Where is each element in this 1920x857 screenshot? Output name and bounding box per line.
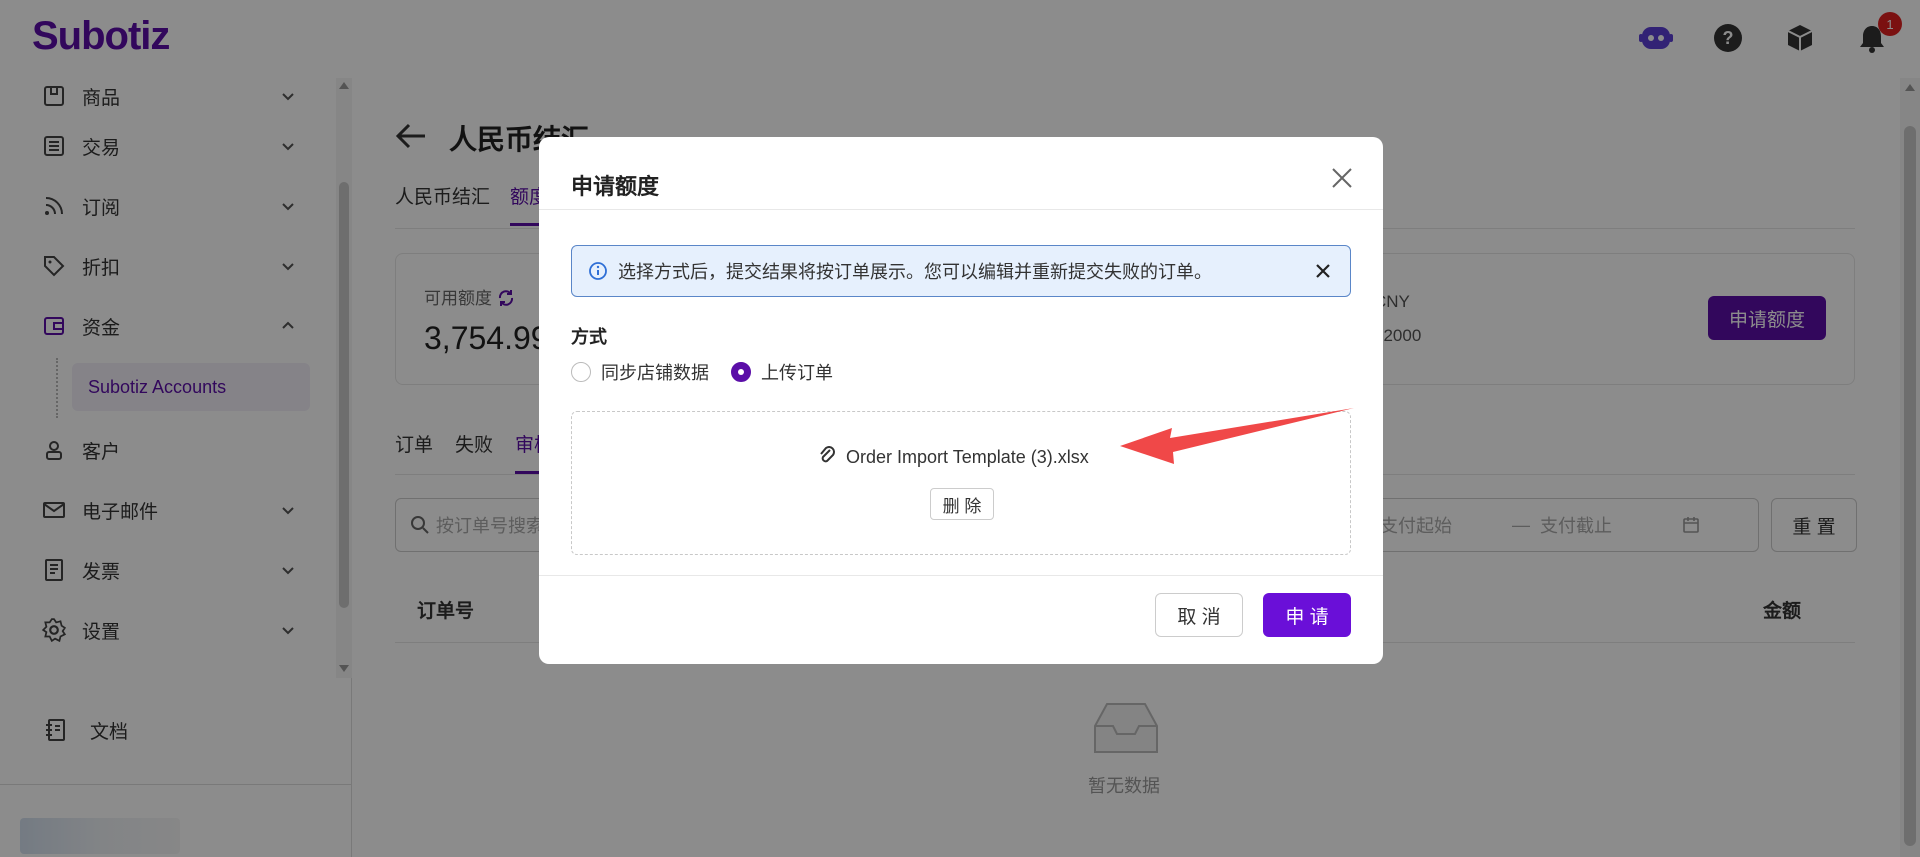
radio-upload-orders-label[interactable]: 上传订单: [761, 359, 833, 385]
radio-sync-store-label[interactable]: 同步店铺数据: [601, 359, 709, 385]
radio-sync-store[interactable]: [571, 362, 591, 382]
uploaded-file-name[interactable]: Order Import Template (3).xlsx: [846, 447, 1089, 468]
uploaded-file: Order Import Template (3).xlsx: [818, 446, 1089, 468]
method-radio-group: 同步店铺数据 上传订单: [571, 359, 833, 385]
cancel-button[interactable]: 取 消: [1155, 593, 1243, 637]
radio-upload-orders[interactable]: [731, 362, 751, 382]
delete-file-button[interactable]: 删 除: [930, 488, 994, 520]
alert-close-icon[interactable]: [1314, 262, 1332, 280]
info-icon: [588, 261, 608, 281]
dialog-footer-divider: [539, 575, 1383, 576]
dialog-title: 申请额度: [571, 174, 660, 199]
annotation-arrow-icon: [1120, 408, 1354, 464]
dialog-header-divider: [539, 209, 1383, 210]
method-label: 方式: [571, 327, 607, 347]
apply-button[interactable]: 申 请: [1263, 593, 1351, 637]
close-icon[interactable]: [1327, 163, 1357, 193]
info-alert-text: 选择方式后，提交结果将按订单展示。您可以编辑并重新提交失败的订单。: [618, 262, 1212, 282]
paperclip-icon: [818, 446, 838, 468]
info-alert: 选择方式后，提交结果将按订单展示。您可以编辑并重新提交失败的订单。: [571, 245, 1351, 297]
